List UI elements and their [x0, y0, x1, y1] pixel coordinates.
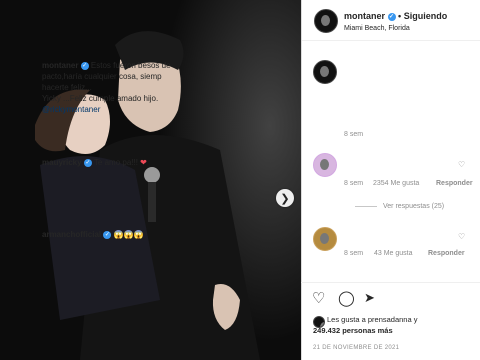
caption-line1: Estos fueron besos de	[90, 61, 171, 70]
follow-button[interactable]: Siguiendo	[404, 11, 448, 21]
post-date: 21 DE NOVIEMBRE DE 2021	[313, 345, 400, 351]
comment-username[interactable]: mauyricky	[42, 158, 82, 167]
next-arrow-icon[interactable]: ❯	[276, 189, 294, 207]
comment-2-time: 8 sem	[344, 250, 364, 257]
header-user-line: montaner ✓ • Siguiendo	[344, 11, 447, 21]
location-link[interactable]: Miami Beach, Florida	[344, 25, 410, 32]
comment-2-likes[interactable]: 43 Me gusta	[374, 250, 413, 257]
caption-line2: pacto,haría cualquier cosa, siemp	[42, 72, 162, 81]
comment-avatar[interactable]	[313, 227, 337, 251]
post-header: montaner ✓ • Siguiendo Miami Beach, Flor…	[302, 0, 480, 41]
caption-username[interactable]: montaner	[42, 61, 78, 70]
comment-2-reply[interactable]: Responder	[428, 250, 465, 257]
comment-text: 😱😱😱	[113, 230, 144, 239]
comment-1-reply[interactable]: Responder	[436, 180, 473, 187]
red-heart-emoji: ❤	[140, 158, 147, 167]
caption: montaner ✓ Estos fueron besos de pacto,h…	[42, 60, 222, 115]
comment-1-likes[interactable]: 2354 Me gusta	[373, 180, 419, 187]
heart-icon[interactable]: ♡	[312, 289, 325, 307]
verified-icon: ✓	[387, 12, 396, 21]
caption-line4: Yicky ...Feliz cumple amado hijo.	[42, 94, 159, 103]
view-replies[interactable]: Ver respuestas (25)	[355, 203, 444, 210]
comment-username[interactable]: armanchofficial	[42, 230, 101, 239]
comment-text: Te amo pa!!!	[93, 158, 138, 167]
microphone-handle	[148, 182, 156, 222]
share-icon[interactable]: ➤	[364, 290, 375, 306]
verified-icon: ✓	[103, 230, 112, 239]
comment-1: mauyricky ✓ Te amo pa!!! ❤	[42, 158, 147, 167]
avatar[interactable]	[314, 9, 338, 33]
verified-icon: ✓	[80, 61, 89, 70]
action-bar: ♡ ◯ ➤	[301, 282, 480, 311]
verified-icon: ✓	[83, 158, 92, 167]
comment-icon[interactable]: ◯	[338, 289, 355, 307]
like-comment-icon[interactable]: ♡	[458, 232, 465, 241]
comment-avatar[interactable]	[313, 153, 337, 177]
header-separator: •	[398, 11, 402, 21]
photo-scene	[35, 31, 260, 360]
like-comment-icon[interactable]: ♡	[458, 160, 465, 169]
caption-mention[interactable]: @rickymontaner	[42, 105, 100, 114]
likes-summary[interactable]: Les gusta a prensadanna y 249.432 person…	[313, 314, 480, 336]
comment-2: armanchofficial ✓ 😱😱😱	[42, 230, 144, 239]
caption-line3: hacerte feliz...	[42, 83, 92, 92]
caption-avatar[interactable]	[313, 60, 337, 84]
view-replies-label: Ver respuestas (25)	[383, 203, 445, 210]
post-photo: ❯	[0, 0, 301, 360]
caption-time: 8 sem	[344, 131, 364, 138]
microphone-head	[144, 167, 160, 183]
comment-1-time: 8 sem	[344, 180, 364, 187]
header-username[interactable]: montaner	[344, 11, 385, 21]
likes-line2: 249.432 personas más	[313, 326, 393, 335]
likes-line1: Les gusta a prensadanna y	[327, 315, 418, 324]
